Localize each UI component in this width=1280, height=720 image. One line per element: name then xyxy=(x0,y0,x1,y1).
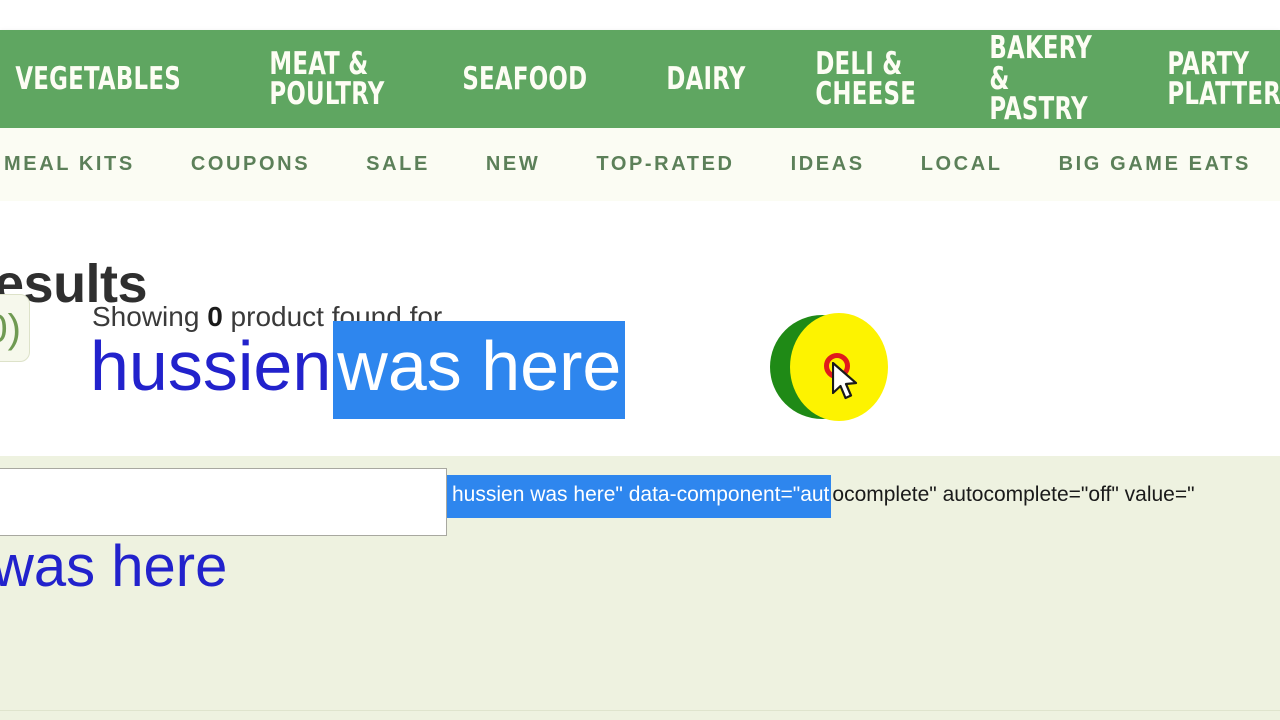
nav-item-meal-kits[interactable]: MEAL KITS xyxy=(0,153,163,176)
nav-item-local[interactable]: LOCAL xyxy=(893,153,1031,176)
markup-overflow-text: hussien was here" data-component="aut oco… xyxy=(447,475,1195,518)
nav-item-coupons[interactable]: COUPONS xyxy=(163,153,338,176)
browser-viewport: VEGETABLES MEAT & POULTRY SEAFOOD DAIRY … xyxy=(0,0,1280,720)
nav-item-seafood[interactable]: SEAFOOD xyxy=(441,63,609,94)
primary-nav-items: VEGETABLES MEAT & POULTRY SEAFOOD DAIRY … xyxy=(0,30,1280,128)
secondary-promo-nav: MEAL KITS COUPONS SALE NEW TOP-RATED IDE… xyxy=(0,128,1280,202)
nav-item-big-game-eats[interactable]: BIG GAME EATS xyxy=(1031,153,1279,176)
primary-category-nav: VEGETABLES MEAT & POULTRY SEAFOOD DAIRY … xyxy=(0,30,1280,128)
secondary-nav-items: MEAL KITS COUPONS SALE NEW TOP-RATED IDE… xyxy=(0,153,1279,176)
nav-item-dairy[interactable]: DAIRY xyxy=(645,63,767,94)
query-term-unselected: hussien xyxy=(90,327,332,405)
markup-text-rest: ocomplete" autocomplete="off" value=" xyxy=(832,483,1195,506)
search-results-area: esults 0) Showing 0 product found for hu… xyxy=(0,201,1280,456)
mouse-pointer-arrow-icon xyxy=(832,362,858,400)
section-divider xyxy=(0,710,1280,711)
nav-item-bakery-pastry[interactable]: BAKERY & PASTRY xyxy=(968,33,1113,125)
nav-item-ideas[interactable]: IDEAS xyxy=(763,153,893,176)
filter-count-chip[interactable]: 0) xyxy=(0,294,30,362)
markup-text-selected: hussien was here" data-component="aut xyxy=(447,475,832,518)
nav-item-sale[interactable]: SALE xyxy=(338,153,458,176)
nav-item-party-platters[interactable]: PARTY PLATTERS xyxy=(1146,48,1280,109)
page-top-strip xyxy=(0,0,1280,30)
search-input[interactable] xyxy=(0,468,447,536)
nav-item-new[interactable]: NEW xyxy=(458,153,568,176)
nav-item-top-rated[interactable]: TOP-RATED xyxy=(568,153,762,176)
nav-item-meat-poultry[interactable]: MEAT & POULTRY xyxy=(248,48,406,109)
nav-item-deli-cheese[interactable]: DELI & CHEESE xyxy=(794,48,937,109)
search-query-display: hussienwas here xyxy=(90,321,626,419)
query-tail-text: was here xyxy=(0,534,228,599)
query-term-selected: was here xyxy=(333,321,626,419)
nav-item-vegetables[interactable]: VEGETABLES xyxy=(0,63,202,94)
page-lower-section: hussien was here" data-component="aut oco… xyxy=(0,456,1280,720)
filter-count-label: 0) xyxy=(0,307,21,351)
